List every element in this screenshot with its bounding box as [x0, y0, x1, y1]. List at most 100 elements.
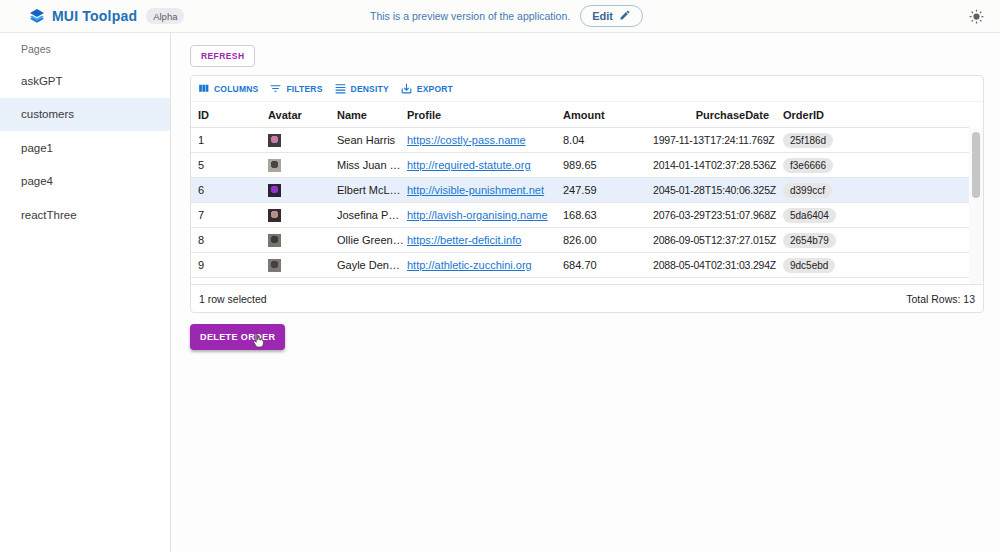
- edit-button[interactable]: Edit: [580, 5, 643, 27]
- refresh-button[interactable]: REFRESH: [190, 45, 255, 67]
- cell-purchase-date: 1997-11-13T17:24:11.769Z: [646, 134, 776, 146]
- cell-name: Gayle Den…: [330, 259, 400, 271]
- preview-banner-text: This is a preview version of the applica…: [370, 10, 570, 22]
- cell-avatar: [261, 209, 330, 222]
- app-title: MUI Toolpad: [52, 8, 137, 24]
- table-row[interactable]: 6 Elbert McL… http://visible-punishment.ne…: [191, 178, 969, 203]
- column-header-purchasedate[interactable]: PurchaseDate: [646, 109, 776, 121]
- cell-name: Miss Juan …: [330, 159, 400, 171]
- export-icon: [400, 82, 413, 95]
- table-row[interactable]: 5 Miss Juan … http://required-statute.org 9…: [191, 153, 969, 178]
- cell-profile: https://costly-pass.name: [400, 134, 556, 146]
- columns-button[interactable]: COLUMNS: [193, 80, 262, 97]
- cell-purchase-date: 2014-01-14T02:37:28.536Z: [646, 159, 776, 171]
- pencil-icon: [619, 9, 631, 23]
- filters-icon: [269, 82, 282, 95]
- avatar: [268, 259, 281, 272]
- cell-amount: 8.04: [556, 134, 646, 146]
- cell-name: Josefina P…: [330, 209, 400, 221]
- cell-id: 7: [191, 209, 261, 221]
- order-id-chip: f3e6666: [783, 158, 833, 173]
- cell-order-id: f3e6666: [776, 158, 969, 173]
- cell-profile: http://required-statute.org: [400, 159, 556, 171]
- column-header-avatar[interactable]: Avatar: [261, 109, 330, 121]
- profile-link[interactable]: http://required-statute.org: [407, 159, 531, 171]
- profile-link[interactable]: https://costly-pass.name: [407, 134, 526, 146]
- cell-name: Elbert McL…: [330, 184, 400, 196]
- top-bar: MUI Toolpad Alpha This is a preview vers…: [0, 0, 1000, 33]
- grid-rows: 1 Sean Harris https://costly-pass.name 8.04…: [191, 128, 983, 284]
- cell-id: 9: [191, 259, 261, 271]
- sidebar-header: Pages: [0, 41, 170, 57]
- cell-amount: 826.00: [556, 234, 646, 246]
- data-grid: COLUMNSFILTERSDENSITYEXPORT IDAvatarName…: [190, 75, 984, 313]
- delete-order-button[interactable]: DELETE ORDER: [190, 324, 285, 350]
- table-row[interactable]: 8Ollie Green…https://better-deficit.info…: [191, 228, 969, 253]
- sidebar: Pages askGPTcustomerspage1page4reactThre…: [0, 33, 171, 552]
- sidebar-item-page4[interactable]: page4: [0, 165, 170, 199]
- order-id-chip: 25f186d: [783, 133, 833, 148]
- grid-footer: 1 row selected Total Rows: 13: [191, 284, 983, 312]
- cell-id: 6: [191, 184, 261, 196]
- cell-profile: http://lavish-organising.name: [400, 209, 556, 221]
- profile-link[interactable]: http://athletic-zucchini.org: [407, 259, 532, 271]
- cell-purchase-date: 2076-03-29T23:51:07.968Z: [646, 209, 776, 221]
- mouse-pointer-icon: [251, 332, 266, 353]
- cell-avatar: [261, 259, 330, 272]
- cell-profile: https://better-deficit.info: [400, 234, 556, 246]
- profile-link[interactable]: http://lavish-organising.name: [407, 209, 548, 221]
- cell-id: 5: [191, 159, 261, 171]
- order-id-chip: 9dc5ebd: [783, 258, 835, 273]
- cell-avatar: [261, 134, 330, 147]
- grid-header-row: IDAvatarNameProfileAmountPurchaseDateOrd…: [191, 102, 969, 128]
- cell-order-id: 9dc5ebd: [776, 258, 969, 273]
- order-id-chip: d399ccf: [783, 183, 832, 198]
- cell-order-id: 25f186d: [776, 133, 969, 148]
- cell-avatar: [261, 234, 330, 247]
- cell-amount: 684.70: [556, 259, 646, 271]
- cell-profile: http://athletic-zucchini.org: [400, 259, 556, 271]
- theme-toggle-icon[interactable]: [969, 9, 984, 24]
- export-button[interactable]: EXPORT: [396, 80, 457, 97]
- cell-id: 8: [191, 234, 261, 246]
- column-header-id[interactable]: ID: [191, 109, 261, 121]
- density-button[interactable]: DENSITY: [330, 80, 393, 97]
- column-header-profile[interactable]: Profile: [400, 109, 556, 121]
- cell-amount: 168.63: [556, 209, 646, 221]
- vertical-scrollbar[interactable]: [969, 128, 983, 284]
- scrollbar-thumb[interactable]: [972, 132, 980, 198]
- profile-link[interactable]: https://better-deficit.info: [407, 234, 521, 246]
- sidebar-item-askGPT[interactable]: askGPT: [0, 64, 170, 98]
- order-id-chip: 2654b79: [783, 233, 836, 248]
- avatar: [268, 234, 281, 247]
- profile-link[interactable]: http://visible-punishment.net: [407, 184, 544, 196]
- avatar: [268, 184, 281, 197]
- column-header-orderid[interactable]: OrderID: [776, 109, 969, 121]
- cell-amount: 989.65: [556, 159, 646, 171]
- sidebar-item-reactThree[interactable]: reactThree: [0, 198, 170, 232]
- cell-profile: http://visible-punishment.net: [400, 184, 556, 196]
- density-icon: [334, 82, 347, 95]
- cell-name: Sean Harris: [330, 134, 400, 146]
- sidebar-item-page1[interactable]: page1: [0, 131, 170, 165]
- cell-id: 1: [191, 134, 261, 146]
- total-rows: Total Rows: 13: [906, 293, 975, 305]
- table-row[interactable]: 1 Sean Harris https://costly-pass.name 8.04…: [191, 128, 969, 153]
- order-id-chip: 5da6404: [783, 208, 836, 223]
- column-header-name[interactable]: Name: [330, 109, 400, 121]
- filters-button[interactable]: FILTERS: [265, 80, 326, 97]
- cell-amount: 247.59: [556, 184, 646, 196]
- table-row[interactable]: 7 Josefina P… http://lavish-organising.nam…: [191, 203, 969, 228]
- avatar: [268, 209, 281, 222]
- avatar: [268, 134, 281, 147]
- cell-avatar: [261, 184, 330, 197]
- alpha-badge: Alpha: [146, 8, 184, 24]
- cell-avatar: [261, 159, 330, 172]
- columns-icon: [197, 82, 210, 95]
- column-header-amount[interactable]: Amount: [556, 109, 646, 121]
- table-row[interactable]: 9 Gayle Den… http://athletic-zucchini.org 6…: [191, 253, 969, 278]
- cell-purchase-date: 2045-01-28T15:40:06.325Z: [646, 184, 776, 196]
- sidebar-item-customers[interactable]: customers: [0, 98, 170, 132]
- cell-order-id: 5da6404: [776, 208, 969, 223]
- main-content: REFRESH COLUMNSFILTERSDENSITYEXPORT IDAv…: [171, 33, 1000, 552]
